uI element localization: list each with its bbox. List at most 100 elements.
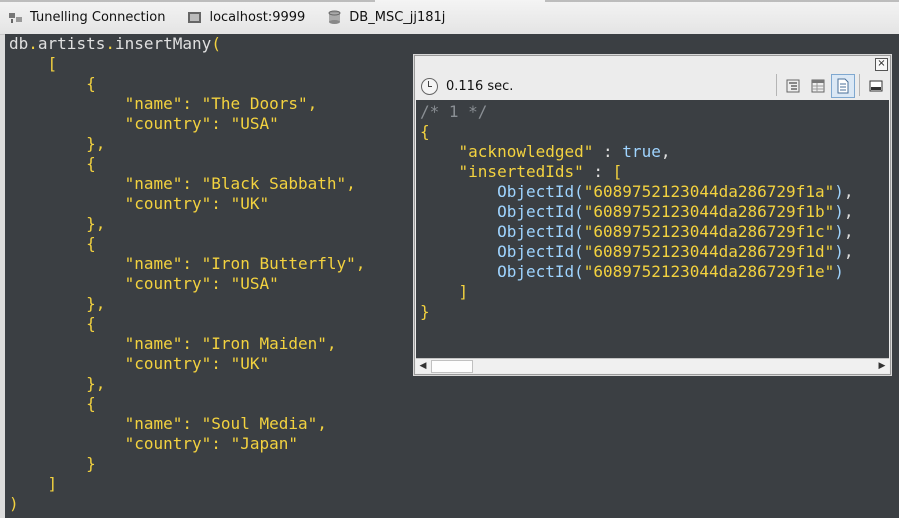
- code-token: "6089752123044da286729f1e": [583, 262, 835, 281]
- code-token: ): [9, 494, 19, 513]
- text-view-icon[interactable]: [831, 74, 855, 98]
- code-token: /* 1 */: [420, 102, 488, 121]
- code-token: "6089752123044da286729f1a": [583, 182, 835, 201]
- tab-edge: [545, 0, 899, 2]
- code-token: "insertedIds": [458, 162, 584, 181]
- close-icon[interactable]: ×: [875, 58, 888, 71]
- result-panel: × 0.116 sec. /* 1 */{ "acknowledged" : t…: [414, 55, 891, 375]
- code-line: ObjectId("6089752123044da286729f1b"),: [420, 202, 854, 222]
- code-token: "Iron Maiden": [201, 334, 327, 353]
- code-line: },: [9, 134, 365, 154]
- code-line: "country": "Japan": [9, 434, 365, 454]
- scroll-right-icon[interactable]: ▶: [875, 359, 889, 373]
- code-token: "country": [124, 354, 212, 373]
- code-token: {: [420, 122, 430, 141]
- connection-icon: [8, 10, 23, 25]
- code-line: }: [9, 454, 365, 474]
- breadcrumb-label: localhost:9999: [209, 9, 306, 25]
- code-token: ): [834, 182, 844, 201]
- code-token: "country": [124, 194, 212, 213]
- breadcrumb-connection[interactable]: Tunelling Connection: [8, 10, 165, 25]
- code-token: :: [593, 142, 623, 161]
- code-token: "name": [124, 254, 183, 273]
- breadcrumb-server[interactable]: localhost:9999: [187, 10, 305, 25]
- tree-view-icon[interactable]: [781, 74, 805, 98]
- scroll-left-icon[interactable]: ◀: [416, 359, 430, 373]
- code-token: "name": [124, 94, 183, 113]
- code-line: {: [9, 154, 365, 174]
- breadcrumb-label: DB_MSC_jj181j: [349, 9, 446, 25]
- code-token: :: [182, 94, 202, 113]
- code-line: {: [420, 122, 854, 142]
- code-token: "country": [124, 434, 212, 453]
- code-line: "name": "Iron Maiden",: [9, 334, 365, 354]
- query-code[interactable]: db.artists.insertMany( [ { "name": "The …: [9, 34, 365, 514]
- code-token: "name": [124, 174, 183, 193]
- code-line: "country": "UK": [9, 354, 365, 374]
- code-token: "name": [124, 334, 183, 353]
- breadcrumb-label: Tunelling Connection: [30, 9, 166, 25]
- code-token: (: [211, 34, 221, 53]
- code-token: ,: [843, 182, 854, 201]
- code-token: :: [211, 434, 231, 453]
- code-line: ]: [9, 474, 365, 494]
- code-token: "6089752123044da286729f1b": [583, 202, 835, 221]
- scroll-thumb[interactable]: [431, 360, 473, 373]
- code-token: ObjectId(: [497, 262, 584, 281]
- code-line: "country": "USA": [9, 274, 365, 294]
- code-token: "UK": [230, 354, 270, 373]
- code-token: ,: [843, 202, 854, 221]
- code-token: ): [834, 262, 844, 281]
- code-token: "USA": [230, 114, 279, 133]
- table-view-icon[interactable]: [806, 74, 830, 98]
- code-token: "6089752123044da286729f1d": [583, 242, 835, 261]
- code-token: "The Doors": [201, 94, 308, 113]
- code-line: /* 1 */: [420, 102, 854, 122]
- code-token: "USA": [230, 274, 279, 293]
- code-token: [: [47, 54, 58, 73]
- code-token: insertMany: [114, 34, 212, 53]
- code-token: "Iron Butterfly": [201, 254, 356, 273]
- code-token: {: [86, 394, 96, 413]
- code-line: },: [9, 294, 365, 314]
- connection-bar: Tunelling Connection localhost:9999 DB_M…: [0, 0, 899, 35]
- code-token: "Japan": [230, 434, 298, 453]
- code-token: :: [583, 162, 613, 181]
- code-line: ]: [420, 282, 854, 302]
- code-token: }: [86, 454, 96, 473]
- code-token: "Black Sabbath": [201, 174, 347, 193]
- custom-view-icon[interactable]: [864, 74, 888, 98]
- database-icon: [327, 10, 342, 25]
- code-token: ,: [355, 254, 366, 273]
- horizontal-scrollbar[interactable]: ◀ ▶: [416, 358, 889, 373]
- code-token: },: [86, 374, 106, 393]
- breadcrumb-database[interactable]: DB_MSC_jj181j: [327, 10, 445, 25]
- code-token: },: [86, 134, 106, 153]
- code-token: {: [86, 234, 96, 253]
- code-token: :: [182, 414, 202, 433]
- code-line: "name": "Iron Butterfly",: [9, 254, 366, 274]
- code-token: true: [622, 142, 661, 161]
- code-token: ): [834, 242, 844, 261]
- code-token: ,: [843, 242, 854, 261]
- code-line: "name": "Black Sabbath",: [9, 174, 365, 194]
- code-token: {: [86, 314, 96, 333]
- code-token: ,: [307, 94, 318, 113]
- result-text-view[interactable]: /* 1 */{ "acknowledged" : true, "inserte…: [416, 100, 889, 359]
- code-token: :: [182, 334, 202, 353]
- code-token: ,: [326, 334, 337, 353]
- code-token: :: [211, 354, 231, 373]
- code-token: "country": [124, 114, 212, 133]
- code-line: },: [9, 374, 365, 394]
